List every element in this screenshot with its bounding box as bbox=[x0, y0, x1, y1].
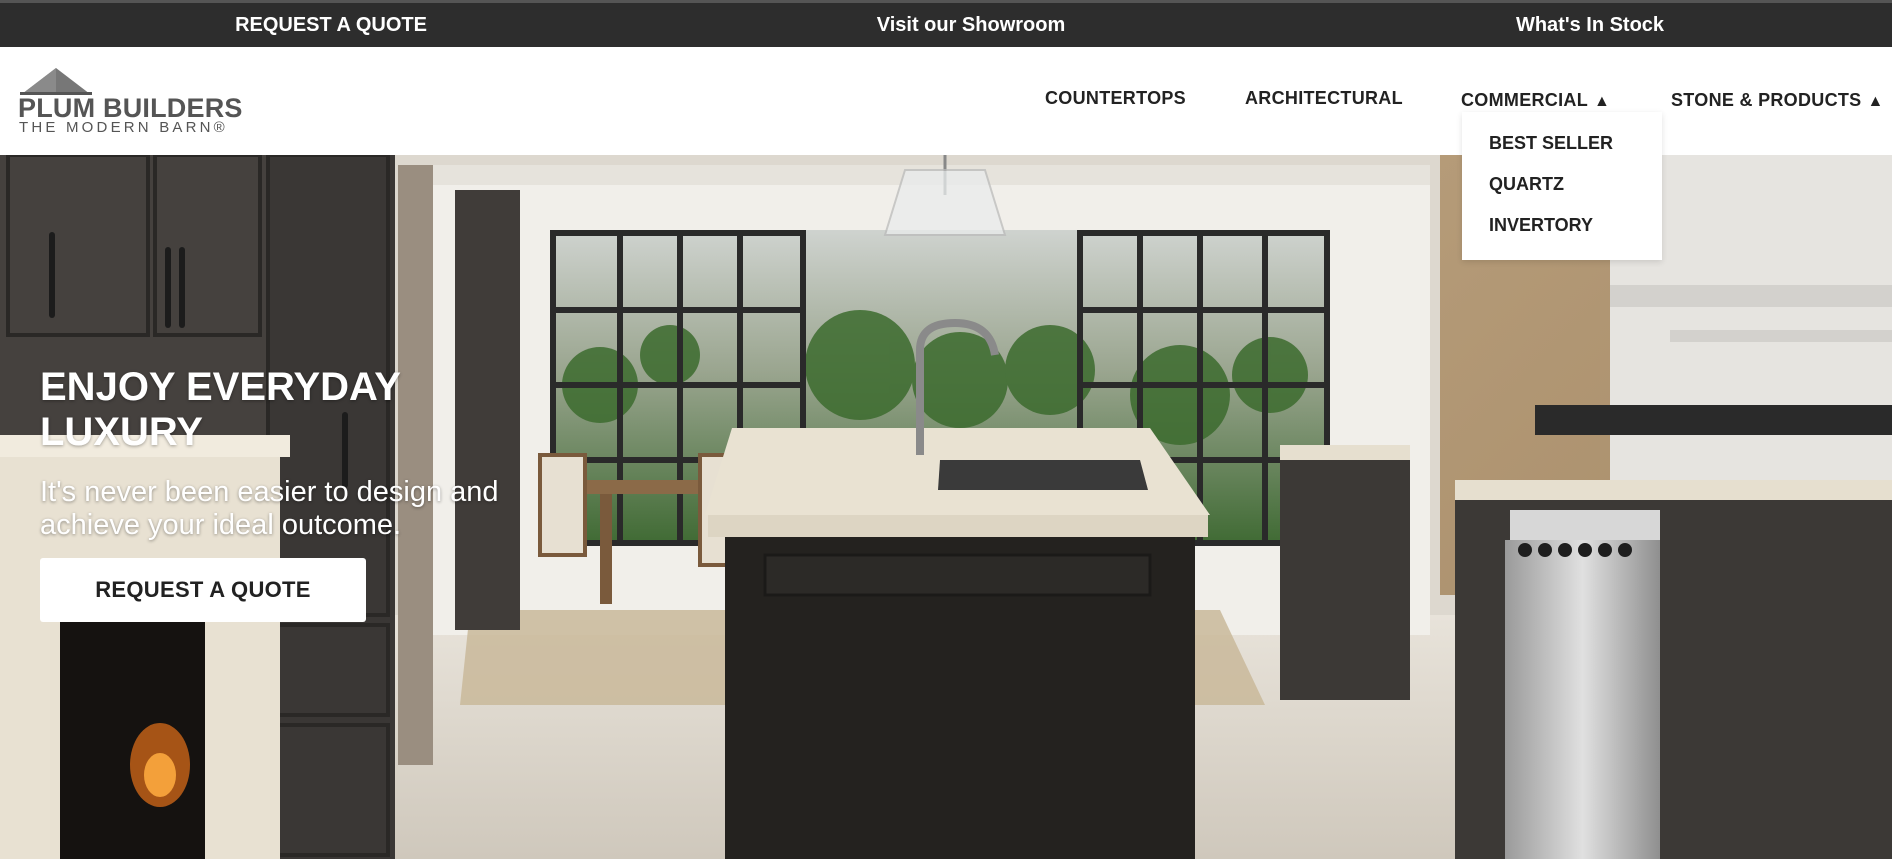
topbar-request-quote-link[interactable]: REQUEST A QUOTE bbox=[235, 3, 427, 47]
caret-up-icon: ▲ bbox=[1594, 93, 1611, 110]
logo-tagline: THE MODERN BARN® bbox=[19, 119, 228, 136]
hero-request-quote-button[interactable]: REQUEST A QUOTE bbox=[40, 558, 366, 622]
hero-subtitle: It's never been easier to design and ach… bbox=[40, 476, 499, 541]
caret-up-icon: ▲ bbox=[1867, 93, 1884, 110]
barn-roof-icon bbox=[20, 68, 92, 95]
nav-item-architectural[interactable]: ARCHITECTURAL bbox=[1245, 88, 1403, 109]
menu-item-invertory[interactable]: INVERTORY bbox=[1489, 215, 1593, 236]
hero-banner: ENJOY EVERYDAY LUXURY It's never been ea… bbox=[0, 155, 1892, 859]
nav-item-countertops[interactable]: COUNTERTOPS bbox=[1045, 88, 1186, 109]
site-logo[interactable]: PLUM BUILDERS THE MODERN BARN® bbox=[18, 67, 242, 137]
topbar-in-stock-link[interactable]: What's In Stock bbox=[1516, 3, 1664, 47]
menu-item-quartz[interactable]: QUARTZ bbox=[1489, 174, 1564, 195]
nav-item-stone-products[interactable]: STONE & PRODUCTS ▲ bbox=[1671, 90, 1884, 111]
hero-title: ENJOY EVERYDAY LUXURY bbox=[40, 365, 401, 454]
nav-item-commercial[interactable]: COMMERCIAL ▲ bbox=[1461, 90, 1610, 111]
commercial-dropdown-menu: BEST SELLER QUARTZ INVERTORY bbox=[1462, 112, 1662, 260]
top-utility-bar: REQUEST A QUOTE Visit our Showroom What'… bbox=[0, 0, 1892, 47]
topbar-showroom-link[interactable]: Visit our Showroom bbox=[877, 3, 1066, 47]
menu-item-best-seller[interactable]: BEST SELLER bbox=[1489, 133, 1613, 154]
